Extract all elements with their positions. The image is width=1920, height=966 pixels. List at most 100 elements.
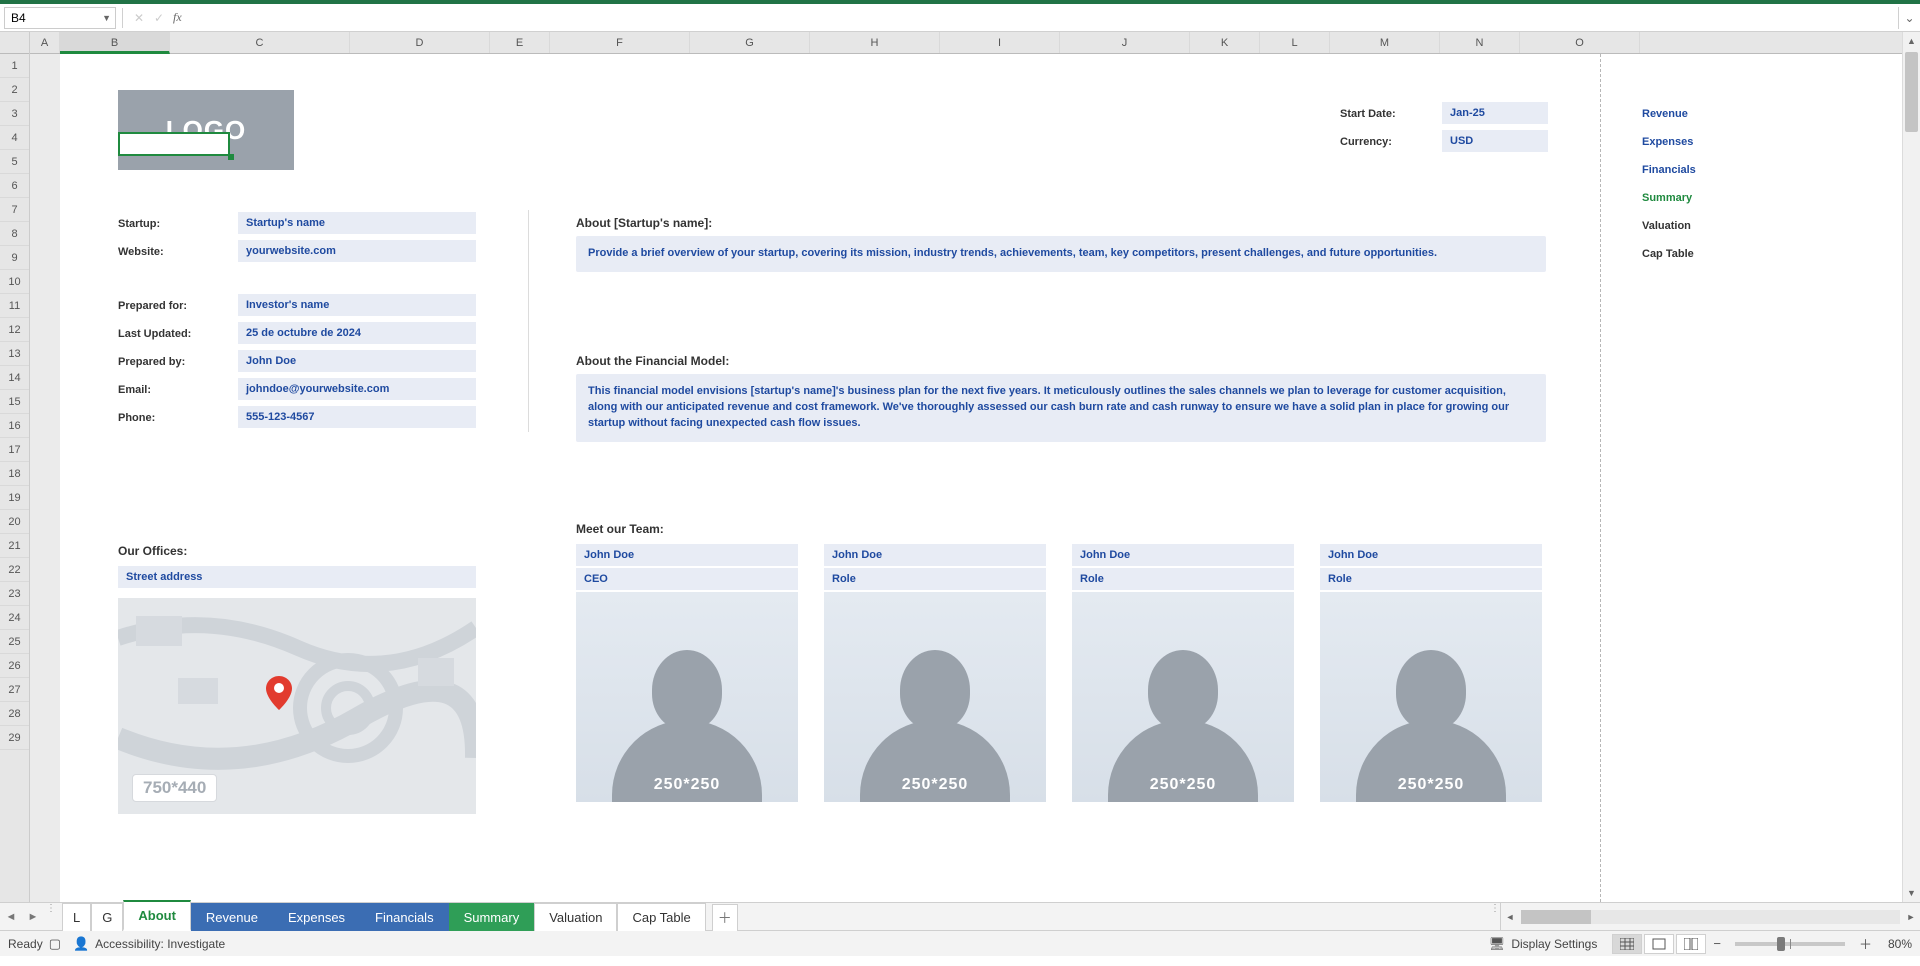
zoom-slider[interactable] bbox=[1735, 942, 1845, 946]
row-header-6[interactable]: 6 bbox=[0, 174, 29, 198]
tab-nav-prev-icon[interactable]: ► bbox=[22, 903, 44, 930]
row-header-17[interactable]: 17 bbox=[0, 438, 29, 462]
team-name[interactable]: John Doe bbox=[1320, 544, 1542, 566]
row-header-26[interactable]: 26 bbox=[0, 654, 29, 678]
value-prepared-by[interactable]: John Doe bbox=[238, 350, 476, 372]
value-start-date[interactable]: Jan-25 bbox=[1442, 102, 1548, 124]
vertical-scrollbar[interactable]: ▲ ▼ bbox=[1902, 32, 1920, 902]
sheet-tab-revenue[interactable]: Revenue bbox=[191, 903, 273, 931]
row-header-16[interactable]: 16 bbox=[0, 414, 29, 438]
name-box[interactable]: B4 ▼ bbox=[4, 7, 116, 29]
view-page-break-button[interactable] bbox=[1676, 934, 1706, 954]
column-header-N[interactable]: N bbox=[1440, 32, 1520, 53]
tab-nav-first-icon[interactable]: ◄ bbox=[0, 903, 22, 930]
row-header-14[interactable]: 14 bbox=[0, 366, 29, 390]
column-header-M[interactable]: M bbox=[1330, 32, 1440, 53]
sheet-tab-L[interactable]: L bbox=[62, 903, 91, 931]
fill-handle[interactable] bbox=[228, 154, 234, 160]
row-header-10[interactable]: 10 bbox=[0, 270, 29, 294]
row-header-27[interactable]: 27 bbox=[0, 678, 29, 702]
row-header-24[interactable]: 24 bbox=[0, 606, 29, 630]
row-header-19[interactable]: 19 bbox=[0, 486, 29, 510]
team-name[interactable]: John Doe bbox=[1072, 544, 1294, 566]
row-header-7[interactable]: 7 bbox=[0, 198, 29, 222]
sheet-canvas[interactable]: LOGO Startup: Startup's name Website: yo… bbox=[60, 54, 1920, 902]
row-header-18[interactable]: 18 bbox=[0, 462, 29, 486]
column-header-K[interactable]: K bbox=[1190, 32, 1260, 53]
nav-link-expenses[interactable]: Expenses bbox=[1642, 136, 1693, 148]
team-role[interactable]: Role bbox=[1320, 568, 1542, 590]
sheet-tab-valuation[interactable]: Valuation bbox=[534, 903, 617, 931]
team-name[interactable]: John Doe bbox=[576, 544, 798, 566]
sheet-tab-summary[interactable]: Summary bbox=[449, 903, 535, 931]
column-header-C[interactable]: C bbox=[170, 32, 350, 53]
row-header-4[interactable]: 4 bbox=[0, 126, 29, 150]
row-header-13[interactable]: 13 bbox=[0, 342, 29, 366]
value-prepared-for[interactable]: Investor's name bbox=[238, 294, 476, 316]
value-currency[interactable]: USD bbox=[1442, 130, 1548, 152]
column-header-L[interactable]: L bbox=[1260, 32, 1330, 53]
value-website[interactable]: yourwebsite.com bbox=[238, 240, 476, 262]
row-header-28[interactable]: 28 bbox=[0, 702, 29, 726]
hscroll-left-icon[interactable]: ◄ bbox=[1501, 912, 1519, 922]
column-header-D[interactable]: D bbox=[350, 32, 490, 53]
status-display-settings[interactable]: Display Settings bbox=[1511, 937, 1597, 951]
row-header-23[interactable]: 23 bbox=[0, 582, 29, 606]
row-header-1[interactable]: 1 bbox=[0, 54, 29, 78]
row-header-5[interactable]: 5 bbox=[0, 150, 29, 174]
value-phone[interactable]: 555-123-4567 bbox=[238, 406, 476, 428]
row-header-11[interactable]: 11 bbox=[0, 294, 29, 318]
row-header-21[interactable]: 21 bbox=[0, 534, 29, 558]
row-header-22[interactable]: 22 bbox=[0, 558, 29, 582]
value-startup[interactable]: Startup's name bbox=[238, 212, 476, 234]
scroll-up-icon[interactable]: ▲ bbox=[1903, 32, 1920, 50]
team-role[interactable]: Role bbox=[1072, 568, 1294, 590]
row-header-8[interactable]: 8 bbox=[0, 222, 29, 246]
nav-link-cap-table[interactable]: Cap Table bbox=[1642, 248, 1694, 260]
row-header-20[interactable]: 20 bbox=[0, 510, 29, 534]
sheet-tab-cap-table[interactable]: Cap Table bbox=[617, 903, 705, 931]
column-header-B[interactable]: B bbox=[60, 32, 170, 54]
view-normal-button[interactable] bbox=[1612, 934, 1642, 954]
active-cell-b4[interactable] bbox=[118, 132, 230, 156]
add-sheet-button[interactable]: ＋ bbox=[712, 904, 738, 931]
value-last-updated[interactable]: 25 de octubre de 2024 bbox=[238, 322, 476, 344]
scroll-thumb[interactable] bbox=[1905, 52, 1918, 132]
worksheet-grid[interactable]: 1234567891011121314151617181920212223242… bbox=[0, 32, 1920, 902]
text-about-startup[interactable]: Provide a brief overview of your startup… bbox=[576, 236, 1546, 272]
sheet-tab-financials[interactable]: Financials bbox=[360, 903, 449, 931]
value-email[interactable]: johndoe@yourwebsite.com bbox=[238, 378, 476, 400]
hscroll-right-icon[interactable]: ► bbox=[1902, 912, 1920, 922]
scroll-down-icon[interactable]: ▼ bbox=[1903, 884, 1920, 902]
row-header-15[interactable]: 15 bbox=[0, 390, 29, 414]
text-about-model[interactable]: This financial model envisions [startup'… bbox=[576, 374, 1546, 442]
zoom-slider-knob[interactable] bbox=[1777, 937, 1785, 951]
zoom-in-button[interactable]: ＋ bbox=[1859, 934, 1872, 953]
column-header-A[interactable]: A bbox=[30, 32, 60, 53]
display-settings-icon[interactable]: 🖥 bbox=[1489, 936, 1506, 952]
row-header-9[interactable]: 9 bbox=[0, 246, 29, 270]
team-name[interactable]: John Doe bbox=[824, 544, 1046, 566]
row-header-12[interactable]: 12 bbox=[0, 318, 29, 342]
nav-link-summary[interactable]: Summary bbox=[1642, 192, 1692, 204]
tab-drag-handle-icon[interactable]: ⋮ bbox=[44, 903, 56, 930]
select-all-cell[interactable] bbox=[0, 32, 29, 54]
value-office-address[interactable]: Street address bbox=[118, 566, 476, 588]
formula-input[interactable] bbox=[182, 7, 1898, 29]
row-header-2[interactable]: 2 bbox=[0, 78, 29, 102]
nav-link-revenue[interactable]: Revenue bbox=[1642, 108, 1688, 120]
accessibility-icon[interactable]: 👤 bbox=[73, 936, 89, 952]
column-header-O[interactable]: O bbox=[1520, 32, 1640, 53]
sheet-tab-expenses[interactable]: Expenses bbox=[273, 903, 360, 931]
hscroll-track[interactable] bbox=[1521, 910, 1900, 924]
sheet-tab-about[interactable]: About bbox=[123, 900, 191, 931]
column-header-E[interactable]: E bbox=[490, 32, 550, 53]
column-header-F[interactable]: F bbox=[550, 32, 690, 53]
column-header-I[interactable]: I bbox=[940, 32, 1060, 53]
nav-link-valuation[interactable]: Valuation bbox=[1642, 220, 1691, 232]
hscroll-thumb[interactable] bbox=[1521, 910, 1591, 924]
zoom-level[interactable]: 80% bbox=[1888, 937, 1912, 951]
column-header-G[interactable]: G bbox=[690, 32, 810, 53]
expand-formula-bar-icon[interactable]: ⌄ bbox=[1898, 7, 1920, 29]
team-role[interactable]: CEO bbox=[576, 568, 798, 590]
